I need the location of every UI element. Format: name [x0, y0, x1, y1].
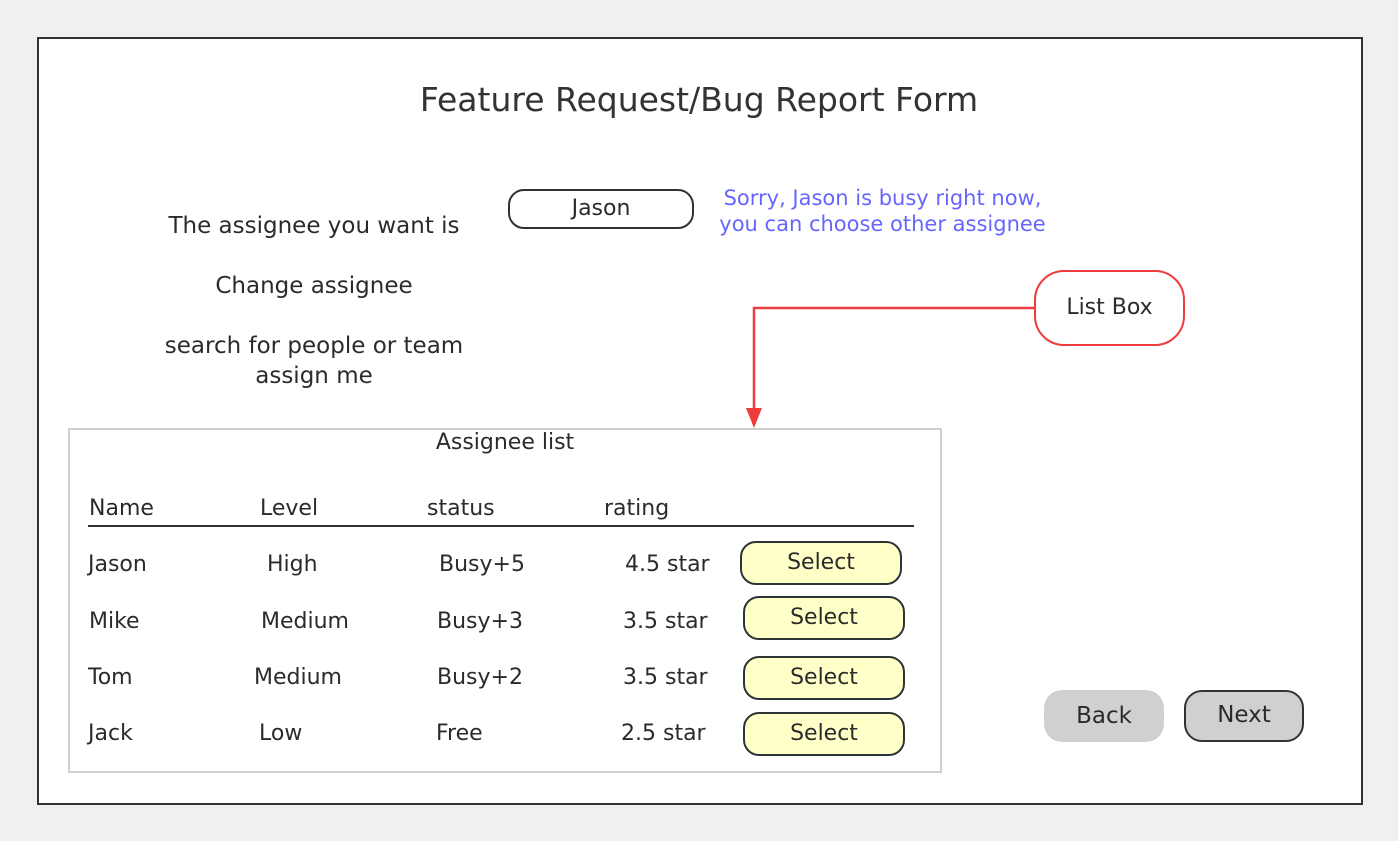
search-people-link[interactable]: search for people or team — [150, 333, 478, 359]
assignee-list-title: Assignee list — [435, 430, 575, 455]
row-status: Busy+3 — [437, 609, 523, 634]
busy-notice-line-1: Sorry, Jason is busy right now, — [723, 186, 1042, 210]
column-header-name: Name — [89, 496, 154, 521]
busy-notice: Sorry, Jason is busy right now, you can … — [700, 185, 1065, 237]
row-level: Medium — [261, 609, 349, 634]
back-button[interactable]: Back — [1044, 690, 1164, 742]
row-level: Low — [259, 721, 303, 746]
row-status: Free — [436, 721, 483, 746]
row-status: Busy+5 — [439, 552, 525, 577]
row-status: Busy+2 — [437, 665, 523, 690]
row-name: Jason — [88, 552, 147, 577]
change-assignee-link[interactable]: Change assignee — [150, 273, 478, 299]
select-button-tom[interactable]: Select — [743, 656, 905, 700]
page-title: Feature Request/Bug Report Form — [419, 80, 979, 119]
row-level: Medium — [254, 665, 342, 690]
assignee-label: The assignee you want is — [168, 213, 460, 239]
column-header-rating: rating — [604, 496, 670, 521]
row-rating: 3.5 star — [623, 609, 708, 634]
assignee-value-field[interactable]: Jason — [508, 189, 694, 229]
list-box-callout: List Box — [1034, 270, 1185, 346]
assign-me-link[interactable]: assign me — [150, 363, 478, 389]
select-button-jack[interactable]: Select — [743, 712, 905, 756]
row-name: Tom — [88, 665, 133, 690]
select-button-jason[interactable]: Select — [740, 541, 902, 585]
row-name: Jack — [88, 721, 133, 746]
row-level: High — [267, 552, 318, 577]
row-rating: 2.5 star — [621, 721, 706, 746]
header-divider — [88, 525, 914, 527]
row-rating: 3.5 star — [623, 665, 708, 690]
busy-notice-line-2: you can choose other assignee — [719, 212, 1046, 236]
column-header-status: status — [427, 496, 495, 521]
select-button-mike[interactable]: Select — [743, 596, 905, 640]
row-rating: 4.5 star — [625, 552, 710, 577]
column-header-level: Level — [260, 496, 319, 521]
next-button[interactable]: Next — [1184, 690, 1304, 742]
row-name: Mike — [89, 609, 140, 634]
